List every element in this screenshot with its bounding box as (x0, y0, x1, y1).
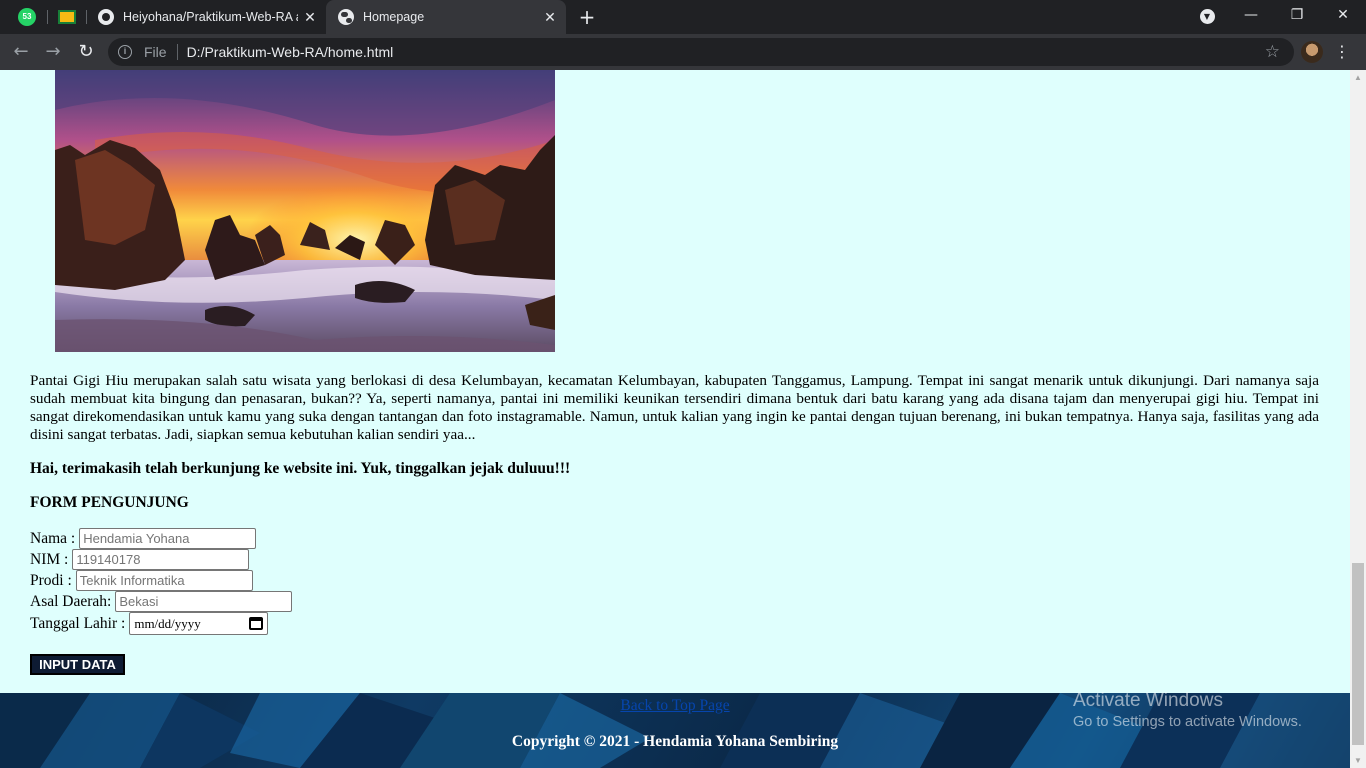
globe-icon (338, 9, 354, 25)
star-icon[interactable]: ☆ (1265, 42, 1280, 62)
tab-github[interactable]: Heiyohana/Praktikum-Web-RA at ✕ (86, 0, 326, 34)
tab-separator (47, 10, 48, 24)
beach-photo-graphic (55, 70, 555, 352)
browser-toolbar: ← → ↻ i File D:/Praktikum-Web-RA/home.ht… (0, 34, 1366, 70)
tab-title: Heiyohana/Praktikum-Web-RA at (123, 10, 298, 24)
nama-input[interactable] (79, 528, 257, 549)
arrow-right-icon: → (45, 41, 61, 62)
prodi-input[interactable] (75, 570, 253, 591)
minimize-button[interactable]: — (1228, 0, 1274, 34)
prodi-label: Prodi : (30, 571, 72, 589)
info-icon[interactable]: i (118, 45, 132, 59)
tab-search-button[interactable]: ▼ (1184, 0, 1230, 34)
input-data-button[interactable]: INPUT DATA (30, 654, 125, 675)
tab-whatsapp[interactable]: 53 (10, 0, 44, 34)
nim-row: NIM : (30, 549, 250, 570)
beach-photo (55, 70, 555, 352)
restore-button[interactable]: ❐ (1274, 0, 1320, 34)
watermark-subtitle: Go to Settings to activate Windows. (1073, 714, 1302, 730)
copyright-text: Copyright © 2021 - Hendamia Yohana Sembi… (511, 733, 839, 750)
nim-label: NIM : (30, 550, 69, 568)
prodi-row: Prodi : (30, 570, 253, 591)
address-bar[interactable]: i File D:/Praktikum-Web-RA/home.html ☆ (108, 38, 1294, 66)
google-classroom-icon (58, 10, 76, 24)
asal-input[interactable] (115, 591, 293, 612)
scroll-up-icon[interactable]: ▲ (1354, 73, 1362, 82)
tab-strip: 53 Heiyohana/Praktikum-Web-RA at ✕ Homep… (0, 0, 1366, 34)
date-placeholder: mm/dd/yyyy (134, 615, 201, 631)
whatsapp-icon: 53 (18, 8, 36, 26)
watermark-title: Activate Windows (1073, 690, 1223, 711)
asal-label: Asal Daerah: (30, 592, 112, 610)
kebab-menu-icon[interactable]: ⋮ (1334, 38, 1350, 66)
scroll-down-icon[interactable]: ▼ (1354, 756, 1362, 765)
tab-homepage[interactable]: Homepage ✕ (326, 0, 566, 34)
calendar-icon[interactable] (249, 617, 264, 630)
notification-badge: 53 (22, 12, 32, 21)
close-icon: ✕ (1337, 7, 1349, 23)
restore-icon: ❐ (1290, 7, 1304, 23)
page-viewport: Pantai Gigi Hiu merupakan salah satu wis… (0, 70, 1350, 768)
tanggal-label: Tanggal Lahir : (30, 614, 126, 632)
nama-label: Nama : (30, 529, 76, 547)
address-scheme: File (144, 44, 167, 60)
github-icon (98, 9, 114, 25)
nama-row: Nama : (30, 528, 257, 549)
chevron-down-icon: ▼ (1199, 9, 1215, 24)
address-separator (176, 44, 178, 60)
reload-button[interactable]: ↻ (73, 39, 99, 65)
address-url[interactable]: D:/Praktikum-Web-RA/home.html (187, 44, 394, 60)
back-button[interactable]: ← (8, 39, 34, 65)
arrow-left-icon: ← (13, 41, 29, 62)
tab-title: Homepage (363, 10, 425, 24)
reload-icon: ↻ (78, 41, 94, 62)
new-tab-button[interactable]: + (576, 6, 598, 28)
profile-avatar[interactable] (1301, 41, 1323, 63)
tanggal-lahir-input[interactable]: mm/dd/yyyy (129, 612, 269, 635)
close-window-button[interactable]: ✕ (1320, 0, 1366, 34)
tab-classroom[interactable] (50, 0, 84, 34)
minimize-icon: — (1244, 7, 1258, 23)
form-title: FORM PENGUNJUNG (30, 494, 189, 511)
forward-button[interactable]: → (40, 39, 66, 65)
article-paragraph: Pantai Gigi Hiu merupakan salah satu wis… (30, 372, 1319, 443)
close-tab-icon[interactable]: ✕ (542, 9, 558, 25)
asal-row: Asal Daerah: (30, 591, 293, 612)
greeting-text: Hai, terimakasih telah berkunjung ke web… (30, 460, 571, 477)
nim-input[interactable] (72, 549, 250, 570)
scroll-thumb[interactable] (1352, 563, 1364, 745)
vertical-scrollbar[interactable]: ▲ ▼ (1350, 70, 1366, 768)
tanggal-row: Tanggal Lahir : mm/dd/yyyy (30, 612, 269, 635)
close-tab-icon[interactable]: ✕ (302, 9, 318, 25)
windows-activation-watermark: Activate Windows Go to Settings to activ… (1073, 690, 1302, 730)
